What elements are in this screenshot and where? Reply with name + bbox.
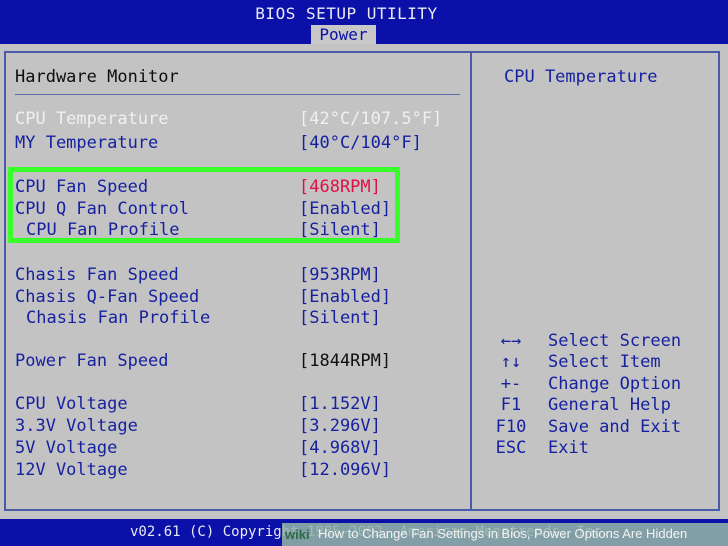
tab-power[interactable]: Power xyxy=(311,25,376,44)
key-desc-select-item: Select Item xyxy=(548,352,661,372)
row-label-power-fan-speed[interactable]: Power Fan Speed xyxy=(15,351,169,371)
section-rule xyxy=(15,94,460,95)
row-value-chasis-fan-speed: [953RPM] xyxy=(299,265,381,285)
watermark-text: How to Change Fan Settings in Bios, Powe… xyxy=(318,526,688,541)
key-desc-change-option: Change Option xyxy=(548,374,682,394)
arrows-left-right-icon: ←→ xyxy=(500,331,522,351)
row-label-3v3-voltage[interactable]: 3.3V Voltage xyxy=(15,416,138,436)
row-label-12v-voltage[interactable]: 12V Voltage xyxy=(15,460,128,480)
fan-settings-highlight xyxy=(8,167,400,243)
row-value-chasis-fan-profile[interactable]: [Silent] xyxy=(299,308,381,328)
row-value-cpu-voltage: [1.152V] xyxy=(299,394,381,414)
row-value-my-temperature: [40°C/104°F] xyxy=(299,133,422,153)
arrows-up-down-icon: ↑↓ xyxy=(500,352,522,372)
key-desc-general-help: General Help xyxy=(548,395,671,415)
row-label-5v-voltage[interactable]: 5V Voltage xyxy=(15,438,117,458)
app-title: BIOS SETUP UTILITY xyxy=(255,4,438,23)
main-panel: Hardware Monitor CPU Temperature [42°C/1… xyxy=(0,44,728,519)
title-bar: BIOS SETUP UTILITY Power xyxy=(0,0,728,44)
key-f1: F1 xyxy=(500,395,522,415)
row-label-chasis-fan-speed[interactable]: Chasis Fan Speed xyxy=(15,265,179,285)
key-desc-select-screen: Select Screen xyxy=(548,331,682,351)
row-label-cpu-voltage[interactable]: CPU Voltage xyxy=(15,394,128,414)
watermark-logo: wiki xyxy=(285,527,310,542)
row-value-power-fan-speed: [1844RPM] xyxy=(299,351,392,371)
key-f10: F10 xyxy=(495,417,527,437)
row-value-chasis-q-fan-speed[interactable]: [Enabled] xyxy=(299,287,391,307)
row-value-3v3-voltage: [3.296V] xyxy=(299,416,381,436)
row-label-cpu-temperature[interactable]: CPU Temperature xyxy=(15,109,169,129)
key-esc: ESC xyxy=(495,438,527,458)
help-title: CPU Temperature xyxy=(504,67,658,87)
section-title: Hardware Monitor xyxy=(15,67,179,87)
key-plus-minus: +- xyxy=(500,374,522,394)
row-value-cpu-temperature: [42°C/107.5°F] xyxy=(299,109,443,129)
row-label-my-temperature[interactable]: MY Temperature xyxy=(15,133,158,153)
key-desc-save-exit: Save and Exit xyxy=(548,417,682,437)
row-label-chasis-q-fan-speed[interactable]: Chasis Q-Fan Speed xyxy=(15,287,199,307)
panel-divider xyxy=(470,51,472,511)
row-label-chasis-fan-profile[interactable]: Chasis Fan Profile xyxy=(26,308,210,328)
key-desc-exit: Exit xyxy=(548,438,589,458)
row-value-12v-voltage: [12.096V] xyxy=(299,460,392,480)
row-value-5v-voltage: [4.968V] xyxy=(299,438,381,458)
